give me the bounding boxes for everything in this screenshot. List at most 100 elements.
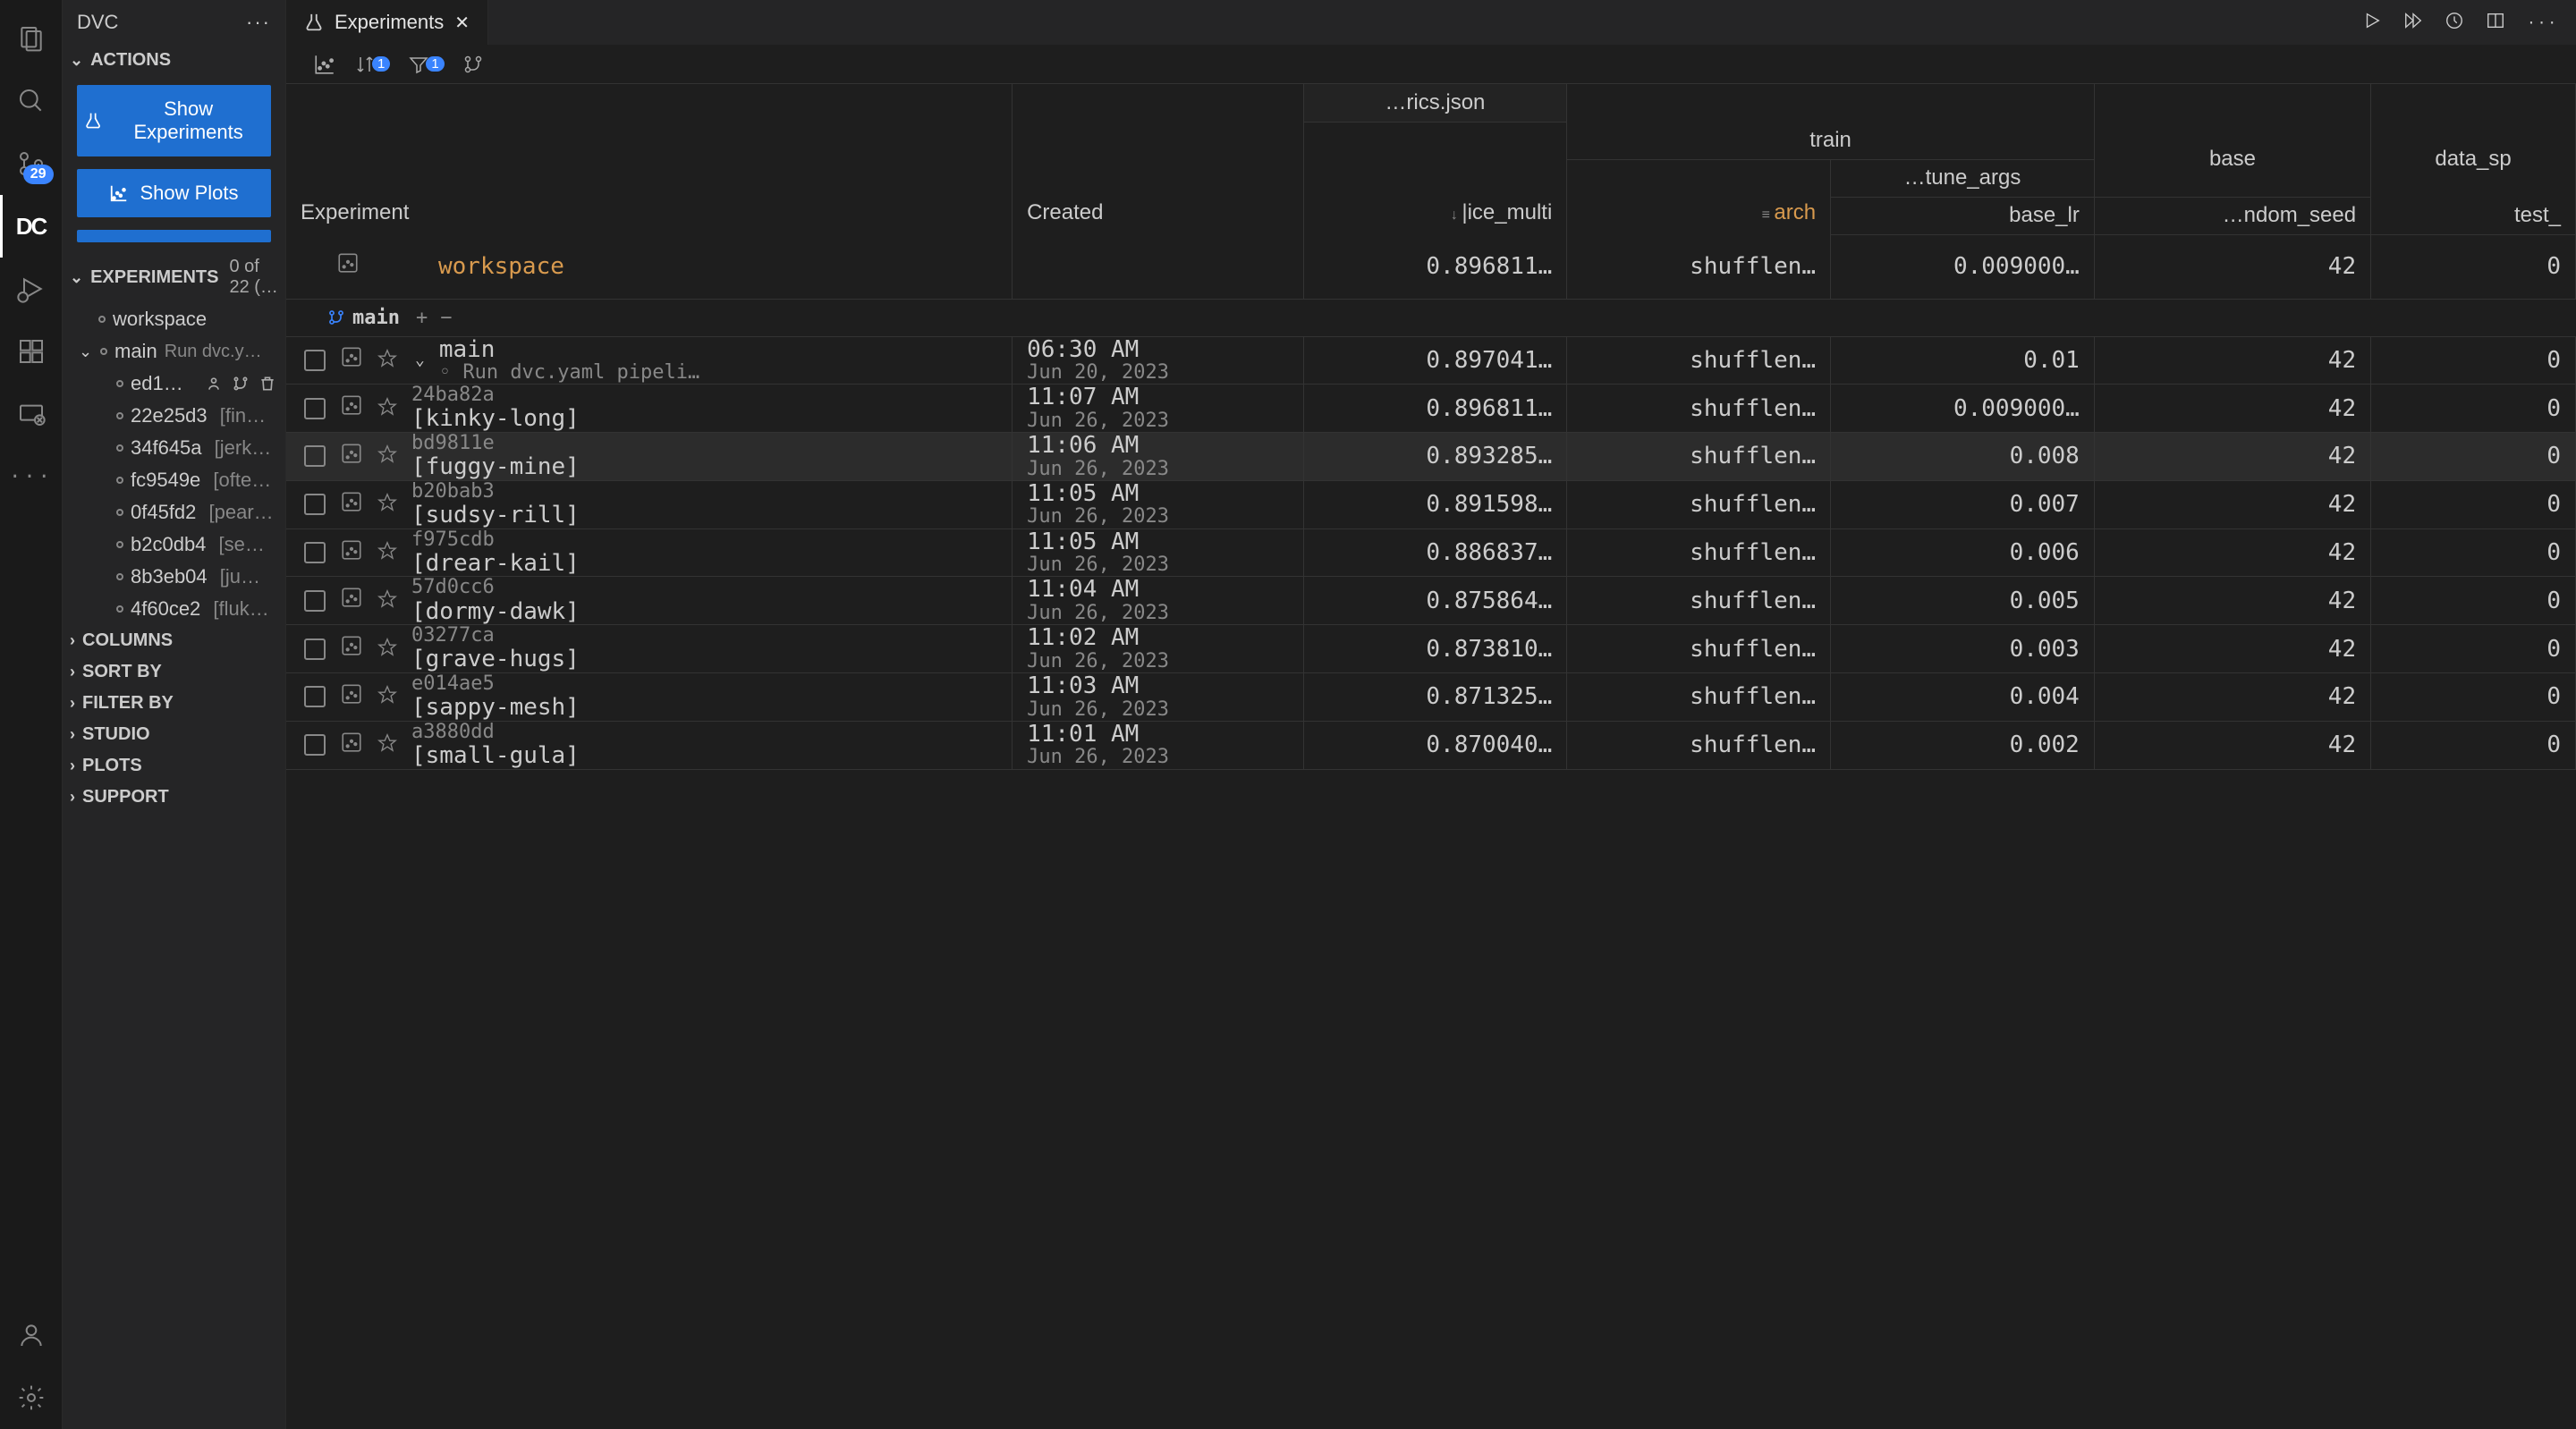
row-checkbox[interactable] [304,494,326,515]
chevron-down-icon[interactable]: ⌄ [415,351,425,369]
star-icon[interactable] [377,491,397,518]
trash-icon[interactable] [258,375,276,393]
actions-section-header[interactable]: ⌄ ACTIONS [63,45,285,76]
gear-icon[interactable] [0,1366,63,1429]
close-icon[interactable]: ✕ [454,12,470,34]
tree-exp-item[interactable]: 4f60ce2 [fluk… [63,593,285,625]
account-icon[interactable] [0,1304,63,1366]
branch-action-icon[interactable] [232,375,250,393]
tree-exp-item[interactable]: fc9549e [ofte… [63,464,285,496]
overflow-icon[interactable]: ··· [0,445,63,508]
star-icon[interactable] [377,539,397,566]
sidebar-more-icon[interactable]: ··· [246,11,271,34]
table-row[interactable]: b20bab3 [sudsy-rill] 11:05 AM Jun 26, 20… [286,480,2576,528]
sort-icon[interactable]: 1 [354,54,390,75]
star-icon[interactable] [377,731,397,758]
tree-workspace[interactable]: workspace [63,303,285,335]
tree-exp-item[interactable]: 0f45fd2 [pear… [63,496,285,528]
row-checkbox[interactable] [304,350,326,371]
star-icon[interactable] [377,683,397,710]
row-checkbox[interactable] [304,445,326,467]
star-icon[interactable] [377,588,397,614]
tree-main[interactable]: ⌄ main Run dvc.y… [63,335,285,368]
col-base-lr[interactable]: base_lr [1831,197,2095,234]
col-ndom-seed[interactable]: …ndom_seed [2094,197,2370,234]
search-icon[interactable] [0,70,63,132]
col-ice-multi[interactable]: ↓ |ice_multi [1303,122,1567,234]
filter-icon[interactable]: 1 [408,54,444,75]
user-icon[interactable] [205,375,223,393]
section-sort-by[interactable]: ›SORT BY [63,656,285,688]
section-support[interactable]: ›SUPPORT [63,782,285,813]
tree-exp-item[interactable]: ed1… [63,368,285,400]
more-icon[interactable]: ··· [2527,14,2558,31]
col-group-data-sp[interactable]: data_sp [2371,122,2576,197]
plot-toggle-icon[interactable] [340,442,363,471]
row-checkbox[interactable] [304,686,326,707]
star-icon[interactable] [377,347,397,374]
plot-toggle-icon[interactable] [340,538,363,568]
table-row[interactable]: 57d0cc6 [dormy-dawk] 11:04 AM Jun 26, 20… [286,577,2576,625]
show-plots-button[interactable]: Show Plots [77,169,271,217]
tree-exp-item[interactable]: 22e25d3 [fin… [63,400,285,432]
row-checkbox[interactable] [304,638,326,660]
extensions-icon[interactable] [0,320,63,383]
col-group-metrics[interactable]: …rics.json [1303,84,1567,122]
tab-experiments[interactable]: Experiments ✕ [286,0,488,45]
plot-toggle-icon[interactable] [336,251,360,281]
run-all-icon[interactable] [2403,11,2423,34]
refresh-icon[interactable] [2445,11,2464,34]
add-branch-icon[interactable]: + [416,307,428,329]
show-experiments-button[interactable]: Show Experiments [77,85,271,156]
show-setup-button-partial[interactable] [77,230,271,242]
col-group-train[interactable]: train [1567,122,2095,159]
section-filter-by[interactable]: ›FILTER BY [63,688,285,719]
section-columns[interactable]: ›COLUMNS [63,625,285,656]
table-row[interactable]: 24ba82a [kinky-long] 11:07 AM Jun 26, 20… [286,385,2576,433]
table-row[interactable]: f975cdb [drear-kail] 11:05 AM Jun 26, 20… [286,528,2576,577]
section-plots[interactable]: ›PLOTS [63,750,285,782]
col-group-base[interactable]: base [2094,122,2370,197]
remote-icon[interactable] [0,383,63,445]
table-row[interactable]: 03277ca [grave-hugs] 11:02 AM Jun 26, 20… [286,625,2576,673]
branch-chip[interactable]: main + − [327,307,452,329]
tree-exp-item[interactable]: 34f645a [jerk… [63,432,285,464]
plot-toggle-icon[interactable] [340,490,363,520]
star-icon[interactable] [377,395,397,422]
experiments-table-wrap[interactable]: Experiment Created …rics.json ↓ |ice_mul… [286,84,2576,1429]
dvc-icon[interactable]: DC [0,195,63,258]
col-test[interactable]: test_ [2371,197,2576,234]
table-row[interactable]: e014ae5 [sappy-mesh] 11:03 AM Jun 26, 20… [286,672,2576,721]
row-checkbox[interactable] [304,590,326,612]
split-icon[interactable] [2486,11,2505,34]
table-row-workspace[interactable]: workspace 0.896811… shufflen… 0.009000… … [286,234,2576,299]
plot-toggle-icon[interactable] [340,586,363,615]
plot-toggle-icon[interactable] [313,53,336,76]
col-arch[interactable]: ≡ arch [1567,159,1831,234]
row-checkbox[interactable] [304,398,326,419]
col-experiment[interactable]: Experiment [286,84,1013,234]
section-studio[interactable]: ›STUDIO [63,719,285,750]
source-control-icon[interactable]: 29 [0,132,63,195]
star-icon[interactable] [377,443,397,469]
row-checkbox[interactable] [304,542,326,563]
table-row[interactable]: bd9811e [fuggy-mine] 11:06 AM Jun 26, 20… [286,433,2576,481]
table-row[interactable]: a3880dd [small-gula] 11:01 AM Jun 26, 20… [286,721,2576,769]
plot-toggle-icon[interactable] [340,731,363,760]
run-debug-icon[interactable] [0,258,63,320]
explorer-icon[interactable] [0,7,63,70]
plot-toggle-icon[interactable] [340,634,363,664]
col-created[interactable]: Created [1013,84,1303,234]
branch-icon[interactable] [462,54,484,75]
run-icon[interactable] [2362,11,2382,34]
plot-toggle-icon[interactable] [340,345,363,375]
col-group-tune-args[interactable]: …tune_args [1831,159,2095,197]
tree-exp-item[interactable]: b2c0db4 [se… [63,528,285,561]
star-icon[interactable] [377,636,397,663]
tree-exp-item[interactable]: 8b3eb04 [ju… [63,561,285,593]
remove-branch-icon[interactable]: − [440,307,452,329]
experiments-section-header[interactable]: ⌄ EXPERIMENTS 0 of 22 (… [63,251,285,303]
table-row[interactable]: ⌄ main ◦ Run dvc.yaml pipeli… 06:30 AM J… [286,336,2576,385]
row-checkbox[interactable] [304,734,326,756]
plot-toggle-icon[interactable] [340,393,363,423]
